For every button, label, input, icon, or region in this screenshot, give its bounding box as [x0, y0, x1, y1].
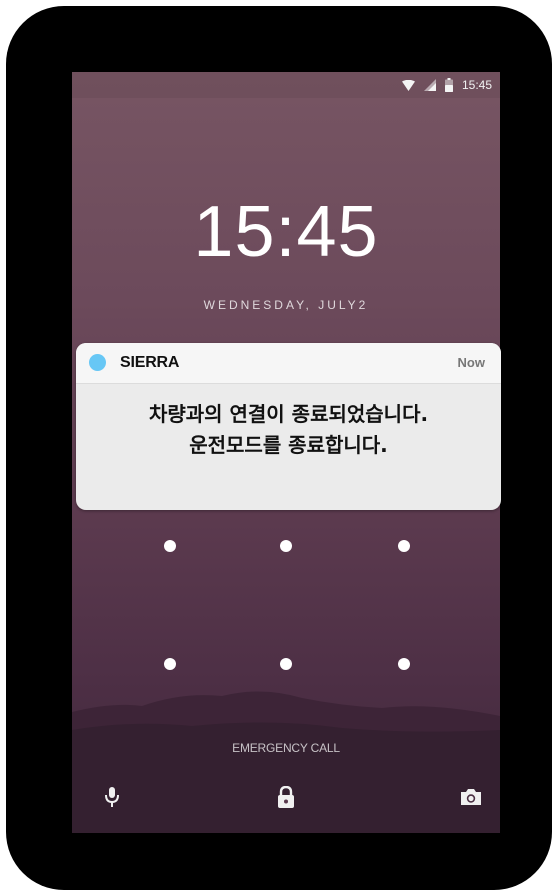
microphone-icon[interactable]: [99, 784, 125, 810]
wifi-icon: [401, 79, 415, 91]
notification-app-name: SIERRA: [120, 354, 180, 371]
pattern-dot[interactable]: [280, 658, 292, 670]
lock-date: WEDNESDAY, JULY2: [203, 298, 369, 312]
pattern-dot[interactable]: [280, 540, 292, 552]
notification-card[interactable]: SIERRA Now 차량과의 연결이 종료되었습니다. 운전모드를 종료합니다…: [76, 343, 501, 510]
battery-icon: [444, 78, 453, 92]
lock-icon[interactable]: [273, 784, 299, 810]
notification-message: 차량과의 연결이 종료되었습니다. 운전모드를 종료합니다.: [76, 399, 501, 461]
pattern-dot[interactable]: [398, 658, 410, 670]
status-time: 15:45: [461, 78, 492, 92]
emergency-call-button[interactable]: EMERGENCY CALL: [72, 741, 500, 755]
status-bar: 15:45: [72, 72, 500, 98]
app-icon: [89, 354, 106, 371]
pattern-dot[interactable]: [164, 658, 176, 670]
notification-line-2: 운전모드를 종료합니다.: [189, 433, 388, 457]
lock-clock: 15:45: [193, 192, 379, 272]
notification-header: SIERRA Now: [76, 343, 501, 384]
camera-icon[interactable]: [458, 784, 484, 810]
cellular-signal-icon: [423, 79, 436, 91]
notification-time: Now: [457, 355, 485, 370]
pattern-dot[interactable]: [398, 540, 410, 552]
notification-line-1: 차량과의 연결이 종료되었습니다.: [148, 402, 429, 426]
pattern-dot[interactable]: [164, 540, 176, 552]
